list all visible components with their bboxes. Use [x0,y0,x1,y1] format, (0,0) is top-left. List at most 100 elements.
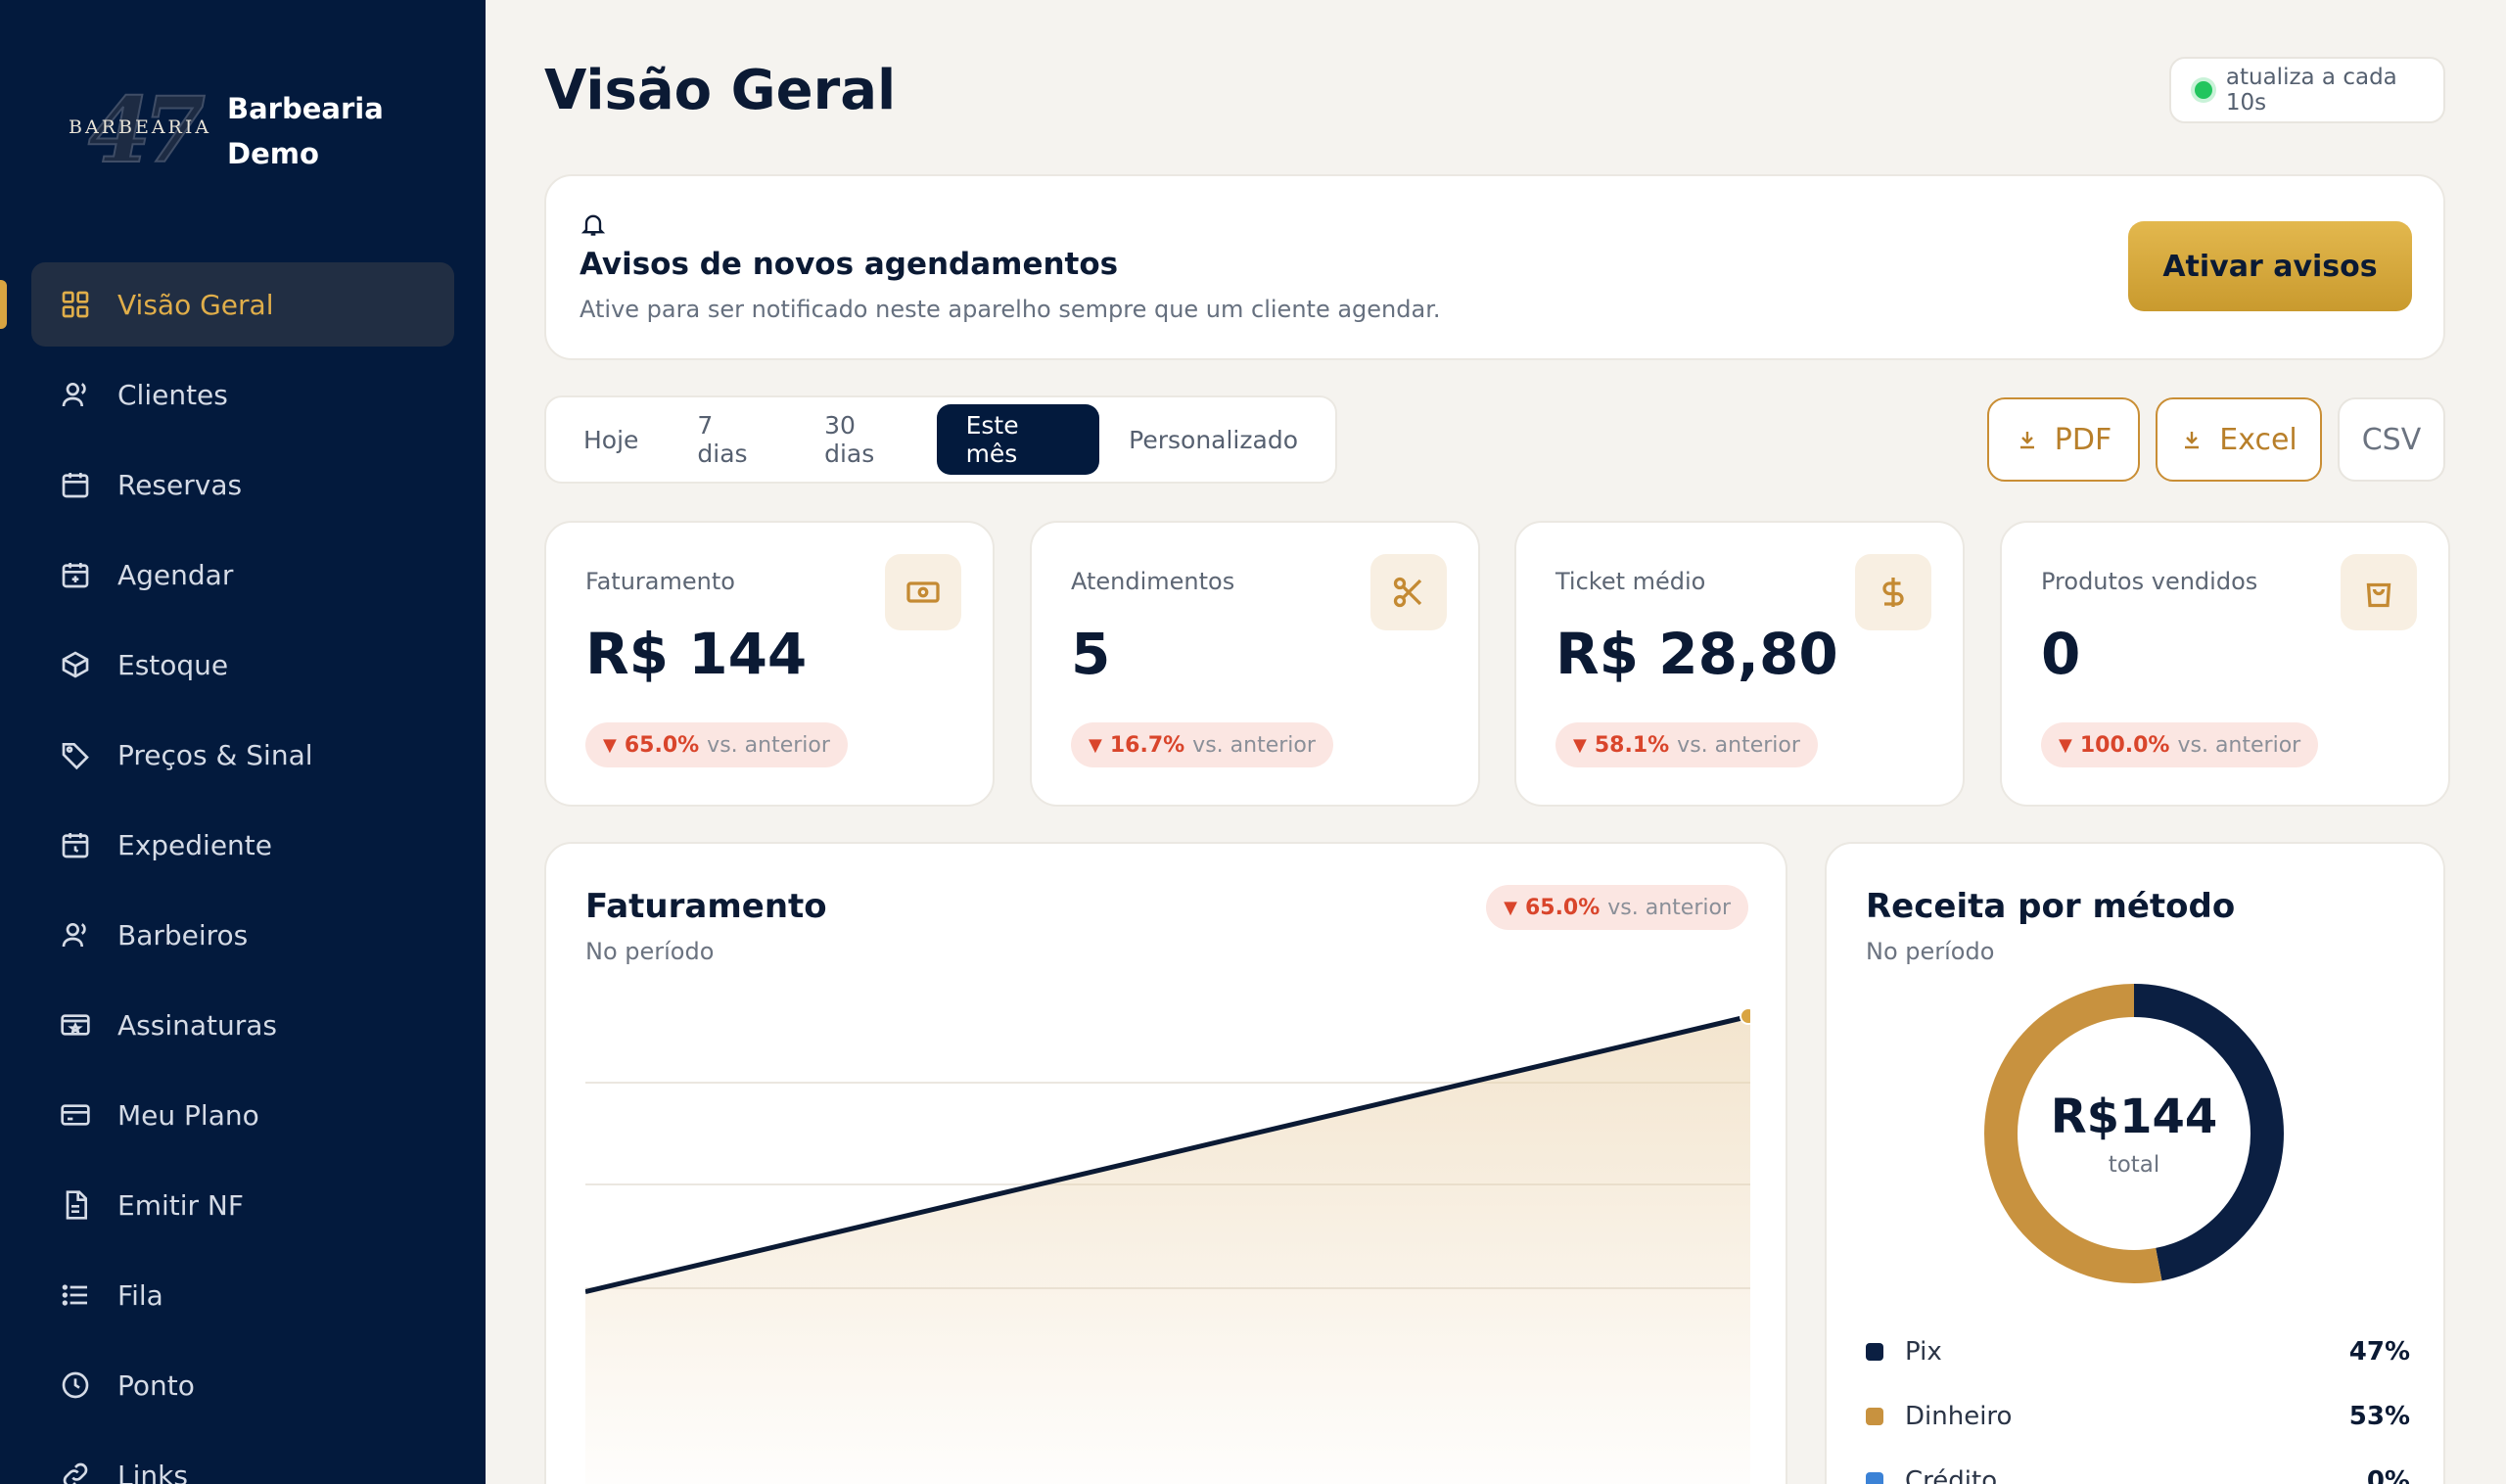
delta-percent: 16.7% [1109,732,1185,758]
payment-method-title: Receita por método [1866,887,2236,926]
sidebar-item-fila[interactable]: Fila [31,1253,454,1337]
revenue-area-chart[interactable] [585,987,1750,1484]
sidebar-item-label: Fila [117,1278,163,1312]
delta-label: vs. anterior [1607,895,1731,920]
kpi-value: 0 [2041,621,2081,687]
link-icon [59,1459,92,1484]
kpi-value: 5 [1071,621,1111,687]
payment-method-card: Receita por método No período R$144 tota… [1825,842,2445,1484]
sidebar-item-agendar[interactable]: Agendar [31,533,454,617]
brand-logo: 47 BARBEARIA [67,76,209,184]
donut-total-label: total [2108,1152,2160,1178]
sidebar-item-label: Meu Plano [117,1098,259,1132]
kpi-value: R$ 28,80 [1555,621,1838,687]
brand-name-line2: Demo [227,137,319,170]
down-arrow-icon: ▼ [1089,734,1102,756]
kpi-label: Faturamento [585,568,735,595]
bell-icon [580,209,607,239]
box-icon [59,648,92,681]
payment-method-subtitle: No período [1866,938,1995,965]
export-excel-button[interactable]: Excel [2156,397,2322,482]
legend-percent: 0% [2366,1466,2410,1484]
refresh-status: atualiza a cada 10s [2169,57,2445,123]
export-pdf-button[interactable]: PDF [1987,397,2140,482]
legend-label: Pix [1905,1337,1942,1367]
list-icon [59,1278,92,1312]
sidebar-item-label: Links [117,1459,188,1484]
legend-swatch [1866,1472,1883,1484]
sidebar-item-emitir-nf[interactable]: Emitir NF [31,1163,454,1247]
delta-label: vs. anterior [2177,732,2301,758]
sidebar-item-vis-o-geral[interactable]: Visão Geral [31,262,454,347]
sidebar-item-ponto[interactable]: Ponto [31,1343,454,1427]
legend-label: Crédito [1905,1466,1998,1484]
card-star-icon [59,1008,92,1042]
kpi-delta: ▼ 16.7% vs. anterior [1071,722,1333,767]
notifications-subtitle: Ative para ser notificado neste aparelho… [580,296,1441,323]
legend-percent: 47% [2348,1337,2410,1367]
down-arrow-icon: ▼ [2059,734,2072,756]
sidebar-item-label: Estoque [117,648,229,681]
calendar-clock-icon [59,828,92,861]
export-excel-label: Excel [2219,422,2297,457]
delta-percent: 65.0% [624,732,700,758]
file-icon [59,1188,92,1222]
sidebar-item-label: Expediente [117,828,272,861]
sidebar-item-barbeiros[interactable]: Barbeiros [31,893,454,977]
sidebar-item-assinaturas[interactable]: Assinaturas [31,983,454,1067]
period-tab-7-dias[interactable]: 7 dias [668,404,795,475]
delta-percent: 58.1% [1594,732,1670,758]
cash-icon [885,554,961,630]
notifications-title: Avisos de novos agendamentos [580,247,1119,282]
period-tab-hoje[interactable]: Hoje [554,404,668,475]
revenue-chart-subtitle: No período [585,938,715,965]
brand[interactable]: 47 BARBEARIA Barbearia Demo [67,76,384,184]
brand-name: Barbearia Demo [227,86,384,176]
period-tab-30-dias[interactable]: 30 dias [795,404,936,475]
live-status-dot [2195,81,2212,99]
delta-label: vs. anterior [1192,732,1316,758]
down-arrow-icon: ▼ [1573,734,1587,756]
kpi-value: R$ 144 [585,621,808,687]
legend-label: Dinheiro [1905,1402,2013,1431]
period-tab-personalizado[interactable]: Personalizado [1099,404,1327,475]
delta-percent: 65.0% [1524,895,1601,920]
sidebar-item-links[interactable]: Links [31,1433,454,1484]
sidebar: 47 BARBEARIA Barbearia Demo Visão Geral C… [0,0,486,1484]
kpi-delta: ▼ 58.1% vs. anterior [1555,722,1818,767]
tag-icon [59,738,92,771]
sidebar-item-expediente[interactable]: Expediente [31,803,454,887]
sidebar-item-pre-os-sinal[interactable]: Preços & Sinal [31,713,454,797]
enable-notifications-button[interactable]: Ativar avisos [2128,221,2412,311]
brand-name-line1: Barbearia [227,92,384,125]
sidebar-item-label: Preços & Sinal [117,738,313,771]
period-selector: Hoje 7 dias 30 dias Este mês Personalizado [544,395,1337,484]
sidebar-item-estoque[interactable]: Estoque [31,623,454,707]
kpi-delta: ▼ 65.0% vs. anterior [585,722,848,767]
sidebar-item-label: Barbeiros [117,918,249,951]
sidebar-item-clientes[interactable]: Clientes [31,352,454,437]
legend-item-pix: Pix 47% [1866,1320,2410,1384]
revenue-chart-card: Faturamento No período ▼ 65.0% vs. anter… [544,842,1787,1484]
revenue-data-point-1 [1740,1007,1750,1025]
sidebar-item-reservas[interactable]: Reservas [31,442,454,527]
sidebar-item-meu-plano[interactable]: Meu Plano [31,1073,454,1157]
down-arrow-icon: ▼ [1504,897,1517,918]
down-arrow-icon: ▼ [603,734,617,756]
logo-text: BARBEARIA [69,116,212,138]
download-icon [2185,432,2200,449]
kpi-card-faturamento: Faturamento R$ 144 ▼ 65.0% vs. anterior [544,521,995,807]
kpi-label: Ticket médio [1555,568,1706,595]
delta-label: vs. anterior [707,732,830,758]
kpi-card-produtos-vendidos: Produtos vendidos 0 ▼ 100.0% vs. anterior [2000,521,2450,807]
revenue-chart-delta: ▼ 65.0% vs. anterior [1486,885,1748,930]
period-tab-este-m-s[interactable]: Este mês [936,404,1100,475]
kpi-delta: ▼ 100.0% vs. anterior [2041,722,2319,767]
sidebar-item-label: Emitir NF [117,1188,244,1222]
export-csv-button[interactable]: CSV [2338,397,2445,482]
page-title: Visão Geral [544,59,897,122]
user-icon [59,918,92,951]
donut-total-value: R$144 [2050,1090,2218,1144]
calendar-plus-icon [59,558,92,591]
sidebar-item-label: Ponto [117,1368,195,1402]
